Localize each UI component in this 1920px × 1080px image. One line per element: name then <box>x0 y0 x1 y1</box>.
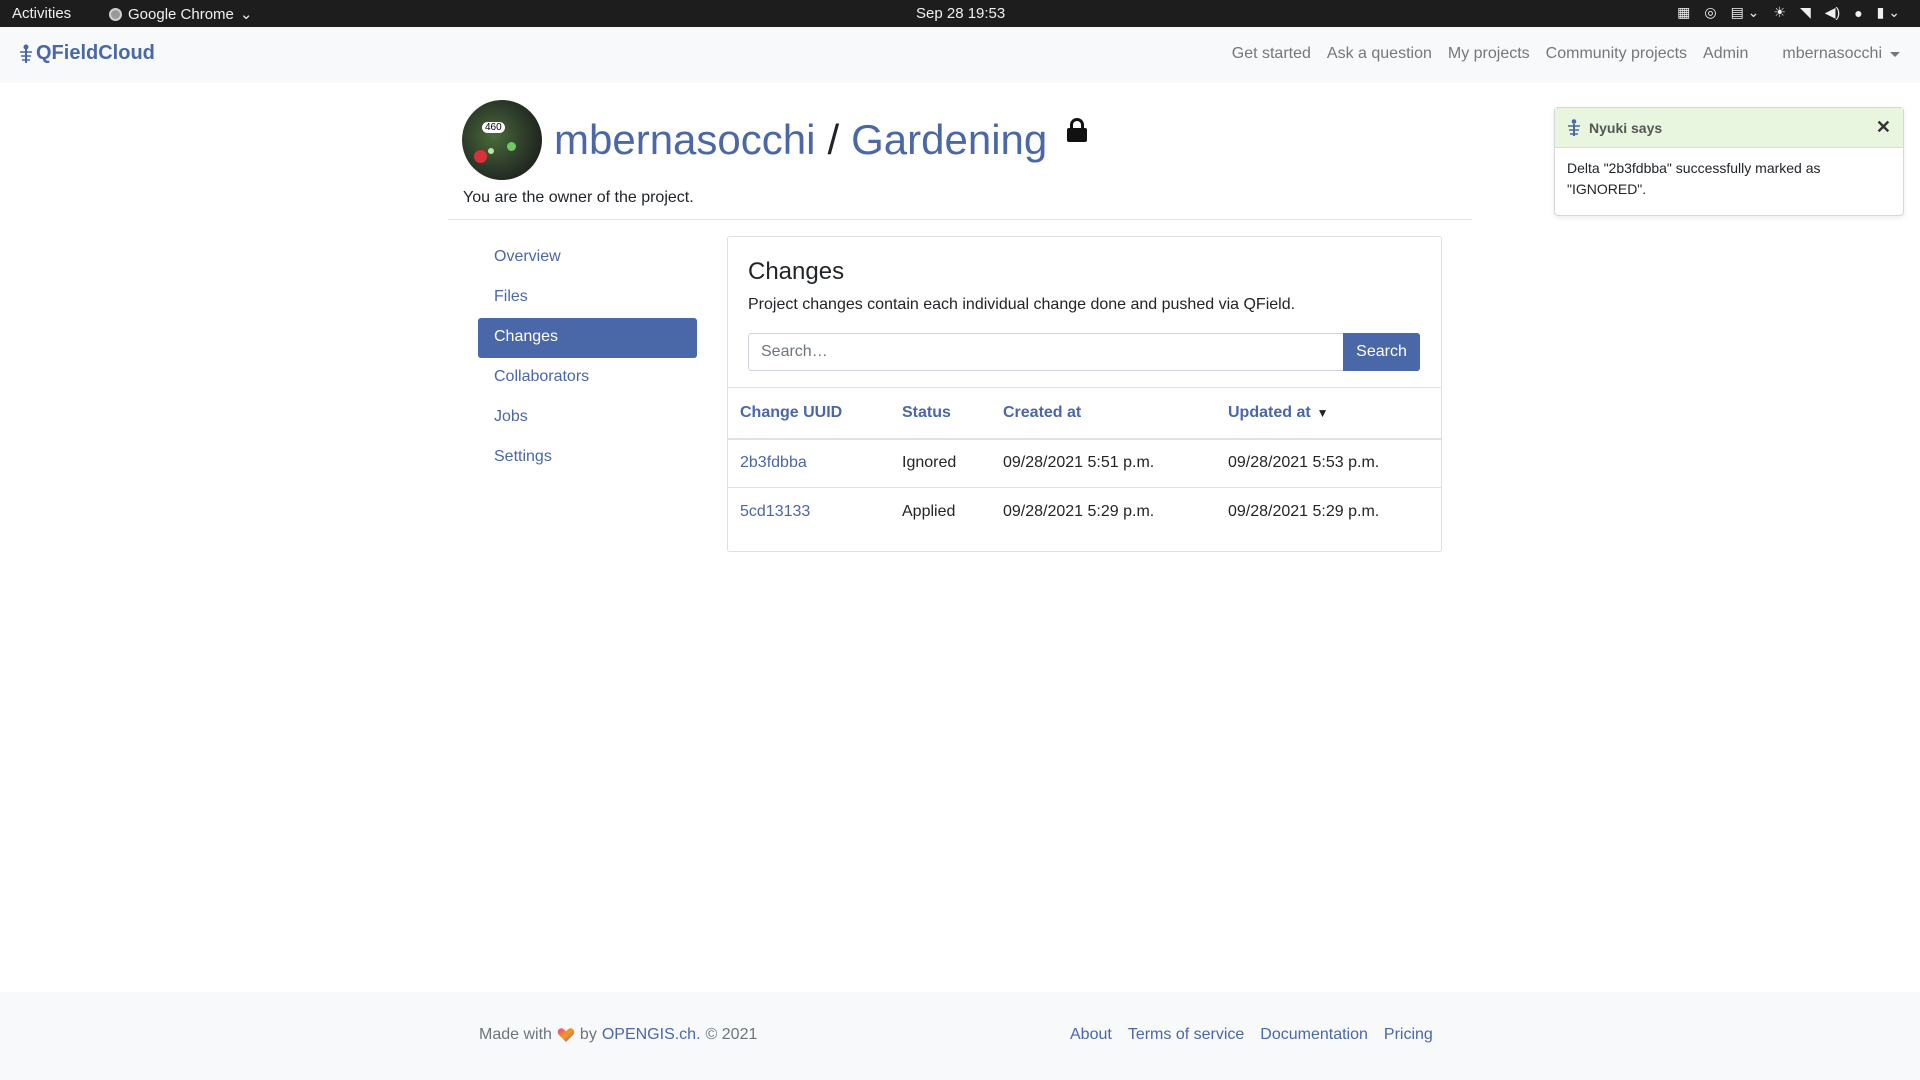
chevron-down-icon: ⌄ <box>239 6 253 23</box>
toast-message: Delta "2b3fdbba" successfully marked as … <box>1567 160 1821 197</box>
system-top-bar: Activities Google Chrome ⌄ Sep 28 19:53 … <box>0 0 1920 27</box>
sidenav-item-jobs[interactable]: Jobs <box>478 398 697 438</box>
footer-company-link[interactable]: OPENGIS.ch. <box>602 1026 701 1044</box>
col-updated-at[interactable]: Updated at ▼ <box>1216 387 1441 440</box>
nav-get-started[interactable]: Get started <box>1232 45 1311 63</box>
search-bar: Search <box>748 333 1420 371</box>
change-uuid-link[interactable]: 2b3fdbba <box>740 454 807 471</box>
owner-link[interactable]: mbernasocchi <box>554 116 815 164</box>
caret-down-icon <box>1890 51 1900 57</box>
sidenav-item-settings[interactable]: Settings <box>478 438 697 478</box>
nav-links: Get started Ask a question My projects C… <box>1232 45 1900 63</box>
nav-community-projects[interactable]: Community projects <box>1546 45 1687 63</box>
search-button[interactable]: Search <box>1343 333 1420 371</box>
app-navbar: QFieldCloud Get started Ask a question M… <box>0 27 1920 83</box>
table-row: 2b3fdbba Ignored 09/28/2021 5:51 p.m. 09… <box>728 438 1441 488</box>
avatar-light-marker <box>488 148 494 154</box>
close-icon[interactable]: ✕ <box>1876 117 1891 138</box>
toast-title: Nyuki says <box>1589 119 1663 136</box>
notification-toast: Nyuki says ✕ Delta "2b3fdbba" successful… <box>1554 107 1904 216</box>
activities-button[interactable]: Activities <box>12 5 71 22</box>
nav-admin[interactable]: Admin <box>1703 45 1748 63</box>
sidenav-item-collaborators[interactable]: Collaborators <box>478 358 697 398</box>
change-updated-at: 09/28/2021 5:53 p.m. <box>1216 438 1441 488</box>
change-updated-at: 09/28/2021 5:29 p.m. <box>1228 503 1380 521</box>
sidenav-item-files[interactable]: Files <box>478 278 697 318</box>
nyuki-logo-icon <box>20 44 32 63</box>
page-footer: Made with by OPENGIS.ch. © 2021 About Te… <box>0 992 1920 1080</box>
nav-my-projects[interactable]: My projects <box>1448 45 1530 63</box>
header-divider <box>448 219 1472 220</box>
sort-desc-icon: ▼ <box>1316 405 1329 420</box>
changes-table: Change UUID Status Created at Updated at… <box>728 387 1441 537</box>
project-name-link[interactable]: Gardening <box>851 116 1047 164</box>
title-separator: / <box>827 116 840 163</box>
search-input[interactable] <box>748 333 1343 371</box>
avatar-red-marker <box>474 150 487 163</box>
footer-links: About Terms of service Documentation Pri… <box>1070 1026 1433 1044</box>
changes-description: Project changes contain each individual … <box>748 296 1296 313</box>
footer-docs-link[interactable]: Documentation <box>1260 1026 1368 1044</box>
change-status: Applied <box>902 503 956 521</box>
footer-copyright: © 2021 <box>705 1026 758 1043</box>
vpn-icon[interactable]: ◎ <box>1704 4 1716 21</box>
nav-ask-question[interactable]: Ask a question <box>1327 45 1432 63</box>
clock[interactable]: Sep 28 19:53 <box>916 5 1005 22</box>
microphone-icon[interactable]: ● <box>1854 5 1862 21</box>
toast-header: Nyuki says ✕ <box>1555 108 1903 148</box>
footer-made-with: Made with <box>479 1026 552 1043</box>
app-menu[interactable]: Google Chrome ⌄ <box>109 5 252 23</box>
heart-icon <box>557 1028 575 1042</box>
footer-pricing-link[interactable]: Pricing <box>1384 1026 1433 1044</box>
project-avatar: 460 <box>462 100 542 180</box>
table-header-row: Change UUID Status Created at Updated at… <box>728 387 1441 440</box>
system-tray[interactable]: ▦ ◎ ▤ ⌄ ☀ ◥ ◀) ● ▮ ⌄ <box>1677 4 1900 21</box>
workspace-icon[interactable]: ▦ <box>1677 4 1690 21</box>
sidenav-item-changes[interactable]: Changes <box>478 318 697 358</box>
change-uuid-link[interactable]: 5cd13133 <box>740 503 810 520</box>
wifi-icon[interactable]: ◥ <box>1800 4 1811 21</box>
col-change-uuid[interactable]: Change UUID <box>728 387 890 440</box>
page-title: mbernasocchi / Gardening <box>554 116 1088 164</box>
user-name: mbernasocchi <box>1782 45 1882 62</box>
chrome-icon <box>109 7 122 21</box>
project-sidenav: Overview Files Changes Collaborators Job… <box>478 238 697 478</box>
project-header: 460 mbernasocchi / Gardening <box>462 100 1088 180</box>
app-name: Google Chrome <box>128 5 234 23</box>
brightness-icon[interactable]: ☀ <box>1773 4 1786 21</box>
col-created-at[interactable]: Created at <box>991 387 1216 440</box>
sidenav-item-overview[interactable]: Overview <box>478 238 697 278</box>
owner-note: You are the owner of the project. <box>463 189 694 206</box>
brand-name: QFieldCloud <box>36 42 155 64</box>
clipboard-icon[interactable]: ▤ ⌄ <box>1731 4 1760 21</box>
change-created-at: 09/28/2021 5:29 p.m. <box>1003 503 1155 521</box>
col-status[interactable]: Status <box>890 387 991 440</box>
change-status: Ignored <box>890 438 991 488</box>
footer-credit: Made with by OPENGIS.ch. © 2021 <box>479 1026 757 1044</box>
battery-icon[interactable]: ▮ ⌄ <box>1877 4 1900 21</box>
volume-icon[interactable]: ◀) <box>1825 4 1840 21</box>
avatar-badge: 460 <box>482 122 505 133</box>
user-menu[interactable]: mbernasocchi <box>1782 45 1900 63</box>
change-created-at: 09/28/2021 5:51 p.m. <box>991 438 1216 488</box>
footer-about-link[interactable]: About <box>1070 1026 1112 1044</box>
changes-card: Changes Project changes contain each ind… <box>727 236 1442 552</box>
brand-logo[interactable]: QFieldCloud <box>18 42 155 65</box>
col-updated-at-label: Updated at <box>1228 403 1311 421</box>
footer-by: by <box>579 1026 597 1043</box>
footer-terms-link[interactable]: Terms of service <box>1128 1026 1244 1044</box>
nyuki-logo-icon <box>1568 118 1580 136</box>
avatar-green-marker <box>507 142 516 151</box>
table-row: 5cd13133 Applied 09/28/2021 5:29 p.m. 09… <box>728 488 1441 537</box>
changes-title: Changes <box>748 258 845 285</box>
lock-icon <box>1067 118 1088 142</box>
